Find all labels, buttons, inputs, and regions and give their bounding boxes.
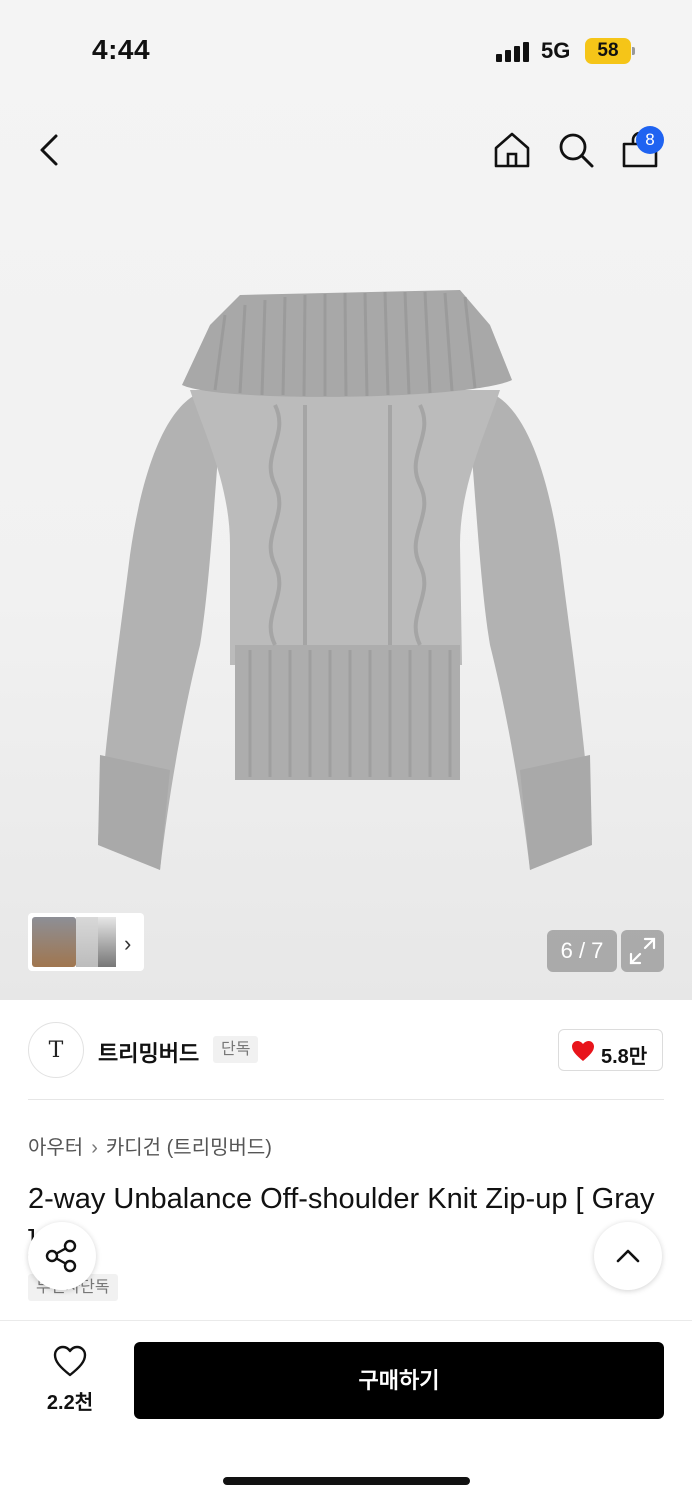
home-indicator[interactable] (223, 1477, 470, 1485)
chevron-up-icon (616, 1249, 640, 1263)
battery-tip (632, 47, 635, 55)
thumbnail-3[interactable] (98, 917, 116, 967)
brand-like-count: 5.8만 (601, 1046, 648, 1068)
exclusive-badge: 단독 (213, 1036, 259, 1063)
brand-name[interactable]: 트리밍버드 (98, 1036, 199, 1068)
search-icon[interactable] (554, 128, 598, 172)
battery-icon: 58 (585, 38, 631, 64)
share-icon (45, 1239, 77, 1273)
share-button[interactable] (28, 1222, 96, 1290)
chevron-right-icon: › (91, 1137, 98, 1159)
cart-count-badge: 8 (636, 126, 664, 154)
network-label: 5G (541, 38, 571, 63)
product-image[interactable] (90, 285, 600, 885)
buy-button[interactable]: 구매하기 (134, 1342, 664, 1419)
breadcrumb-level2[interactable]: 카디건 (트리밍버드) (106, 1137, 272, 1159)
image-counter: 6 / 7 (547, 930, 617, 972)
wishlist-count: 2.2천 (46, 1392, 94, 1414)
brand-like-button[interactable]: 5.8만 (558, 1029, 663, 1071)
back-icon[interactable] (30, 128, 70, 172)
thumbnail-strip[interactable]: › (28, 913, 144, 971)
status-bar: 4:44 5G 58 (0, 0, 692, 100)
thumbnail-1[interactable] (32, 917, 76, 967)
heart-icon (572, 1041, 594, 1061)
chevron-right-icon[interactable]: › (124, 931, 131, 957)
wishlist-button[interactable]: 2.2천 (36, 1344, 104, 1414)
divider (28, 1099, 664, 1100)
heart-icon (53, 1345, 87, 1377)
breadcrumb-level1[interactable]: 아우터 (28, 1137, 83, 1159)
product-detail-page: 4:44 5G 58 8 › 6 / 7 T 트리밍버드 단독 5.8만 아우터… (0, 0, 692, 1500)
thumbnail-2[interactable] (76, 917, 98, 967)
brand-logo[interactable]: T (28, 1022, 84, 1078)
status-time: 4:44 (92, 34, 151, 65)
breadcrumb: 아우터 › 카디건 (트리밍버드) (28, 1131, 272, 1160)
expand-icon[interactable] (621, 930, 664, 972)
home-icon[interactable] (490, 128, 534, 172)
signal-icon (496, 42, 530, 62)
scroll-top-button[interactable] (594, 1222, 662, 1290)
product-title: 2-way Unbalance Off-shoulder Knit Zip-up… (28, 1183, 655, 1257)
